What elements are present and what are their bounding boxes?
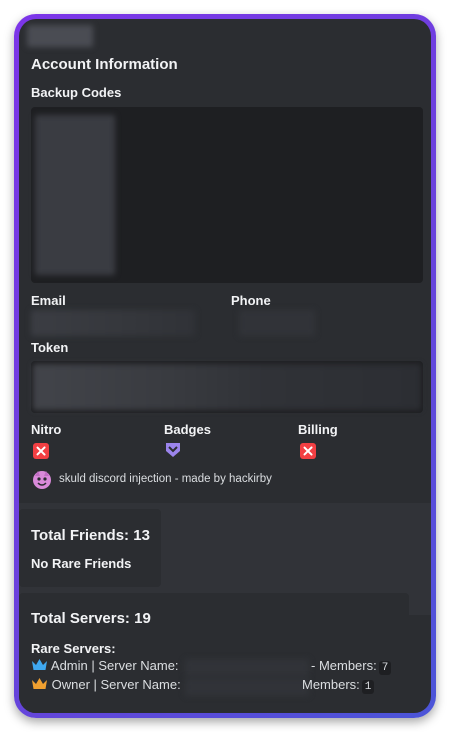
billing-label: Billing <box>298 422 338 437</box>
member-count: 7 <box>378 661 392 675</box>
redacted-token <box>33 364 421 410</box>
badges-label: Badges <box>164 422 211 437</box>
email-label: Email <box>31 293 66 308</box>
server-row: Admin | Server Name: <box>31 658 179 673</box>
red-x-icon <box>300 443 318 461</box>
backup-codes-block[interactable] <box>31 107 423 283</box>
member-count: 1 <box>361 680 375 694</box>
redacted-author <box>27 25 93 47</box>
server-role: Admin | Server Name: <box>50 658 179 673</box>
friends-embed: Total Friends: 13 No Rare Friends <box>19 509 161 587</box>
crown-blue-icon <box>32 659 47 670</box>
redacted-phone <box>239 310 315 336</box>
server-row: Owner | Server Name: <box>31 677 181 692</box>
rare-friends: No Rare Friends <box>31 556 132 571</box>
total-servers: Total Servers: 19 <box>31 610 151 627</box>
server-members: Members: 1 <box>302 677 375 694</box>
rare-servers-label: Rare Servers: <box>31 641 116 656</box>
window-frame: Account Information Backup Codes Email P… <box>14 14 436 718</box>
redacted-server-name <box>185 659 309 677</box>
hypesquad-badge-icon <box>164 441 182 459</box>
embed-footer: skuld discord injection - made by hackir… <box>59 473 272 485</box>
servers-embed: Total Servers: 19 Rare Servers: Admin | … <box>19 593 409 713</box>
red-x-icon <box>33 443 51 461</box>
skuld-avatar-icon <box>32 470 52 490</box>
total-friends: Total Friends: 13 <box>31 527 150 544</box>
token-block[interactable] <box>31 361 423 413</box>
server-members: - Members: 7 <box>311 658 392 675</box>
server-role: Owner | Server Name: <box>51 677 181 692</box>
crown-gold-icon <box>32 678 47 689</box>
account-heading: Account Information <box>31 56 178 73</box>
discord-embed-screen: Account Information Backup Codes Email P… <box>19 19 431 713</box>
redacted-email <box>31 310 195 336</box>
redacted-backup-codes <box>35 115 115 275</box>
phone-label: Phone <box>231 293 271 308</box>
nitro-label: Nitro <box>31 422 62 437</box>
token-label: Token <box>31 340 69 355</box>
redacted-server-name <box>185 678 309 696</box>
backup-codes-label: Backup Codes <box>31 85 122 100</box>
